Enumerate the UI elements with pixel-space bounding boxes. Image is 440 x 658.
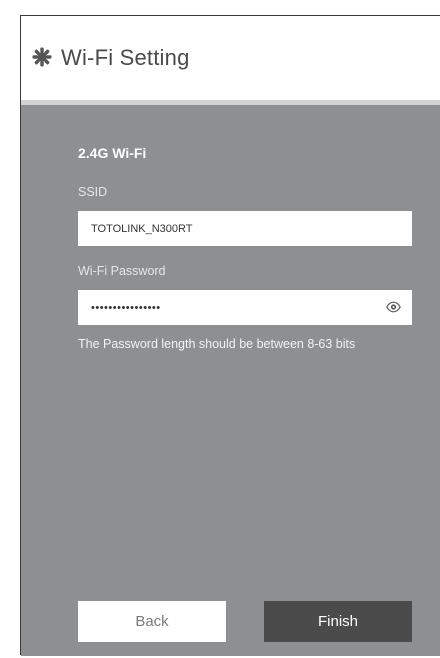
- ssid-value: TOTOLINK_N300RT: [91, 222, 193, 235]
- header: Wi-Fi Setting: [21, 16, 440, 100]
- password-input[interactable]: ••••••••••••••••: [78, 290, 412, 325]
- finish-button[interactable]: Finish: [264, 601, 412, 642]
- back-button[interactable]: Back: [78, 601, 226, 642]
- settings-panel: 2.4G Wi-Fi SSID TOTOLINK_N300RT Wi-Fi Pa…: [21, 105, 440, 656]
- password-value: ••••••••••••••••: [91, 301, 161, 314]
- eye-icon[interactable]: [386, 301, 401, 313]
- wifi-setting-window: Wi-Fi Setting 2.4G Wi-Fi SSID TOTOLINK_N…: [20, 15, 440, 656]
- ssid-label: SSID: [78, 185, 108, 199]
- password-hint: The Password length should be between 8-…: [78, 337, 356, 351]
- page-title: Wi-Fi Setting: [61, 45, 190, 70]
- gear-icon: [32, 47, 52, 67]
- ssid-input[interactable]: TOTOLINK_N300RT: [78, 211, 412, 246]
- section-title: 2.4G Wi-Fi: [78, 145, 147, 161]
- password-label: Wi-Fi Password: [78, 264, 166, 278]
